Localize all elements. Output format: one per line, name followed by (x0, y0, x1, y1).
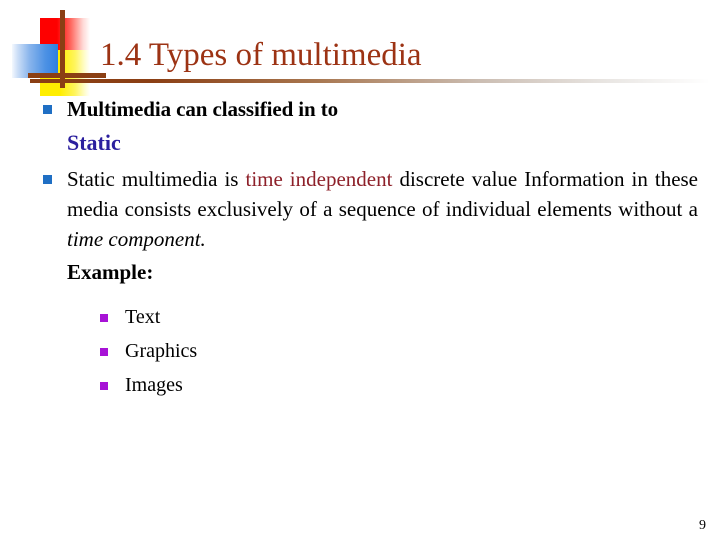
horizontal-bar-icon (28, 73, 106, 78)
square-bullet-icon (43, 175, 52, 184)
example-label: Example: (67, 260, 154, 284)
static-subheading: Static (67, 130, 121, 155)
list-item: Graphics (30, 334, 698, 368)
title-underline-rule (30, 79, 710, 83)
list-item-label: Graphics (125, 340, 198, 362)
list-item: Images (30, 368, 698, 402)
bullet-item-static-paragraph: Static multimedia is time independent di… (30, 164, 698, 254)
square-bullet-icon (43, 105, 52, 114)
square-bullet-icon (100, 382, 108, 390)
square-bullet-icon (100, 314, 108, 322)
slide-canvas: 1.4 Types of multimedia Multimedia can c… (0, 0, 720, 540)
page-number: 9 (699, 518, 706, 533)
slide-body: Multimedia can classified in to Static S… (30, 96, 698, 402)
list-item-label: Images (125, 374, 183, 396)
decorative-logo (12, 10, 106, 96)
list-item: Text (30, 300, 698, 334)
bullet-item-intro-label: Multimedia can classified in to (67, 97, 339, 121)
bullet-item-intro: Multimedia can classified in to (30, 96, 698, 122)
paragraph-highlight: time independent (245, 167, 393, 191)
list-item-label: Text (125, 306, 161, 328)
paragraph-part-1: Static multimedia is (67, 167, 246, 191)
paragraph-italic-tail: time component. (67, 227, 206, 251)
square-bullet-icon (100, 348, 108, 356)
example-list: Text Graphics Images (30, 300, 698, 402)
slide-title: 1.4 Types of multimedia (100, 37, 422, 73)
